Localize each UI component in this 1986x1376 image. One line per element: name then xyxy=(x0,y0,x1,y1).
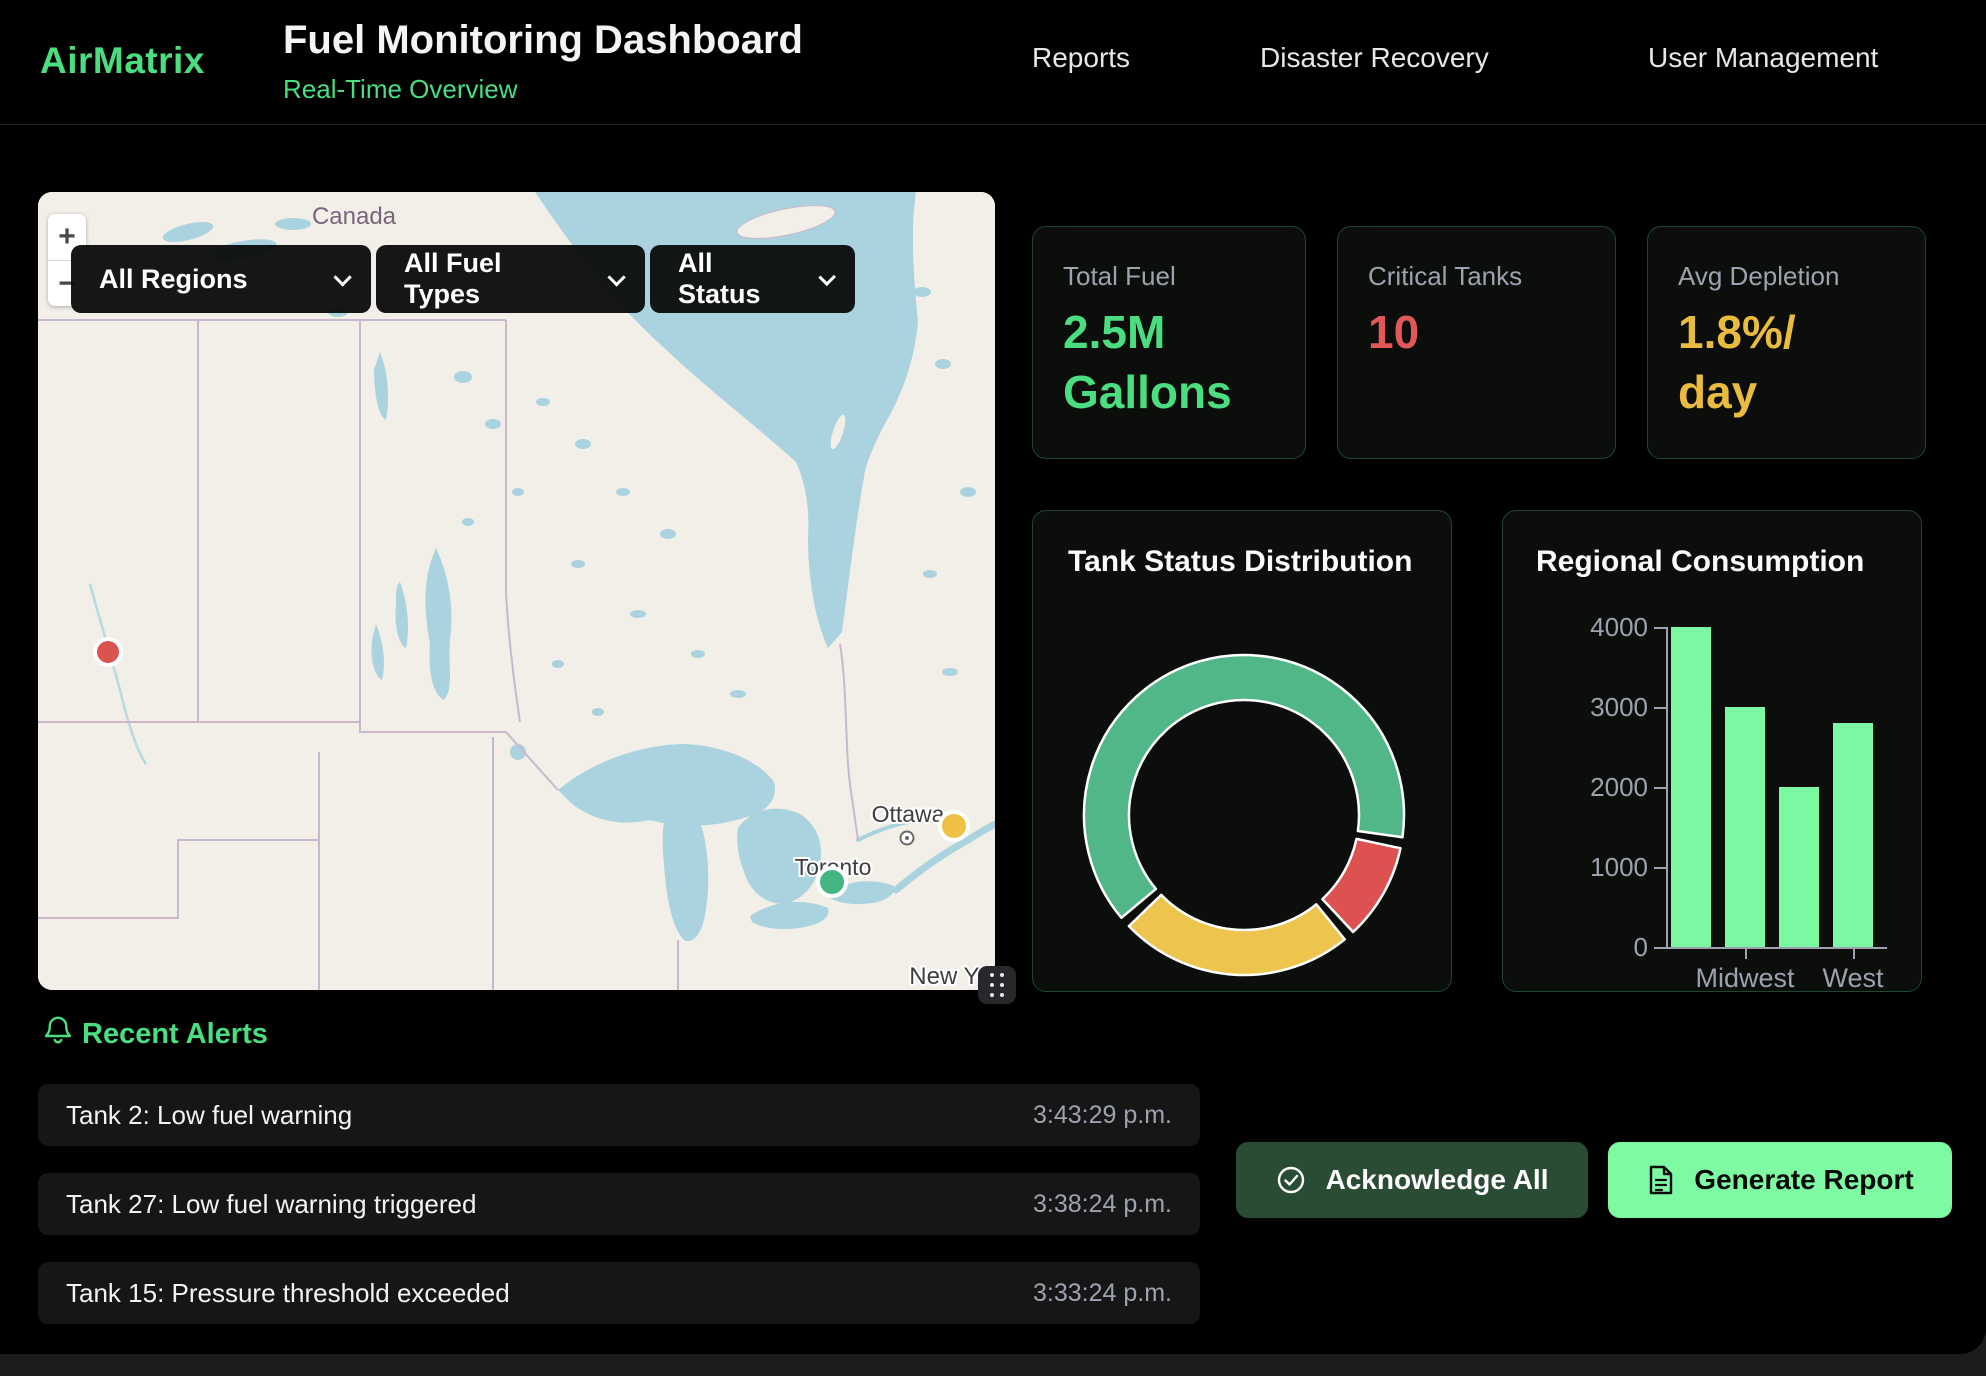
x-tick-label: West xyxy=(1783,963,1922,992)
stat-value: 1.8%/day xyxy=(1678,303,1796,423)
status-filter-select[interactable]: All Status xyxy=(650,245,855,313)
stat-card-critical-tanks: Critical Tanks 10 xyxy=(1337,226,1616,459)
alert-row: Tank 2: Low fuel warning 3:43:29 p.m. xyxy=(38,1084,1200,1146)
y-tick-mark xyxy=(1654,787,1666,789)
nav-reports[interactable]: Reports xyxy=(1032,42,1130,74)
y-tick-label: 0 xyxy=(1508,932,1648,963)
fuel-map[interactable]: Canada Ottawa Toronto New York + − xyxy=(38,192,995,990)
stat-card-total-fuel: Total Fuel 2.5MGallons xyxy=(1032,226,1306,459)
document-icon xyxy=(1646,1164,1676,1196)
stat-value: 2.5MGallons xyxy=(1063,303,1232,423)
check-circle-icon xyxy=(1275,1164,1307,1196)
brand-logo: AirMatrix xyxy=(40,40,205,82)
tank-marker-critical[interactable] xyxy=(95,639,121,665)
regional-consumption-card: Regional Consumption 01000200030004000Mi… xyxy=(1502,510,1922,992)
acknowledge-all-button[interactable]: Acknowledge All xyxy=(1236,1142,1588,1218)
map-resize-handle[interactable] xyxy=(978,966,1016,1004)
label-canada: Canada xyxy=(312,203,397,230)
fuel-type-filter-value: All Fuel Types xyxy=(404,248,582,310)
acknowledge-all-label: Acknowledge All xyxy=(1325,1164,1548,1196)
regional-consumption-bar-chart: 01000200030004000MidwestWest xyxy=(1503,511,1922,992)
chevron-down-icon xyxy=(608,268,626,286)
stat-label: Total Fuel xyxy=(1063,261,1176,292)
alert-time: 3:43:29 p.m. xyxy=(1033,1101,1172,1130)
tank-marker-normal[interactable] xyxy=(818,868,846,896)
map-filter-row: All Regions All Fuel Types All Status xyxy=(71,245,855,313)
donut-segment-critical xyxy=(1322,839,1400,932)
drag-dots-icon xyxy=(990,973,1004,997)
y-tick-mark xyxy=(1654,867,1666,869)
tank-status-card: Tank Status Distribution xyxy=(1032,510,1452,992)
stat-label: Avg Depletion xyxy=(1678,261,1839,292)
generate-report-button[interactable]: Generate Report xyxy=(1608,1142,1952,1218)
chevron-down-icon xyxy=(818,268,836,286)
stat-value: 10 xyxy=(1368,303,1419,363)
stat-label: Critical Tanks xyxy=(1368,261,1522,292)
alert-text: Tank 2: Low fuel warning xyxy=(66,1100,352,1131)
tank-marker-warning[interactable] xyxy=(940,812,968,840)
donut-segment-warning xyxy=(1129,895,1345,975)
nav-user-management[interactable]: User Management xyxy=(1648,42,1878,74)
generate-report-label: Generate Report xyxy=(1694,1164,1913,1196)
y-tick-label: 2000 xyxy=(1508,772,1648,803)
page-title: Fuel Monitoring Dashboard xyxy=(283,18,803,63)
top-header: AirMatrix Fuel Monitoring Dashboard Real… xyxy=(0,0,1986,125)
y-tick-mark xyxy=(1654,707,1666,709)
chevron-down-icon xyxy=(333,268,351,286)
bar-3 xyxy=(1833,723,1873,947)
y-tick-mark xyxy=(1654,947,1666,949)
y-tick-label: 3000 xyxy=(1508,692,1648,723)
fuel-type-filter-select[interactable]: All Fuel Types xyxy=(376,245,645,313)
bar-2 xyxy=(1779,787,1819,947)
alert-row: Tank 27: Low fuel warning triggered 3:38… xyxy=(38,1173,1200,1235)
y-tick-mark xyxy=(1654,627,1666,629)
y-tick-label: 4000 xyxy=(1508,612,1648,643)
page-subtitle: Real-Time Overview xyxy=(283,74,518,105)
y-axis-line xyxy=(1666,627,1668,949)
bar-1 xyxy=(1725,707,1765,947)
alert-text: Tank 27: Low fuel warning triggered xyxy=(66,1189,476,1220)
x-tick-mark xyxy=(1745,949,1747,959)
stat-card-avg-depletion: Avg Depletion 1.8%/day xyxy=(1647,226,1926,459)
region-filter-value: All Regions xyxy=(99,264,248,295)
nav-disaster-recovery[interactable]: Disaster Recovery xyxy=(1260,42,1489,74)
region-filter-select[interactable]: All Regions xyxy=(71,245,371,313)
alert-time: 3:38:24 p.m. xyxy=(1033,1190,1172,1219)
bar-0 xyxy=(1671,627,1711,947)
alert-text: Tank 15: Pressure threshold exceeded xyxy=(66,1278,510,1309)
alert-row: Tank 15: Pressure threshold exceeded 3:3… xyxy=(38,1262,1200,1324)
status-filter-value: All Status xyxy=(678,248,793,310)
dashboard-root: AirMatrix Fuel Monitoring Dashboard Real… xyxy=(0,0,1986,1354)
x-tick-mark xyxy=(1853,949,1855,959)
tank-status-donut-chart xyxy=(1033,511,1453,993)
bell-icon xyxy=(42,1012,74,1046)
alerts-section-title: Recent Alerts xyxy=(82,1018,268,1051)
ottawa-town-dot xyxy=(905,836,909,840)
y-tick-label: 1000 xyxy=(1508,852,1648,883)
alert-time: 3:33:24 p.m. xyxy=(1033,1279,1172,1308)
label-ottawa: Ottawa xyxy=(872,801,945,827)
